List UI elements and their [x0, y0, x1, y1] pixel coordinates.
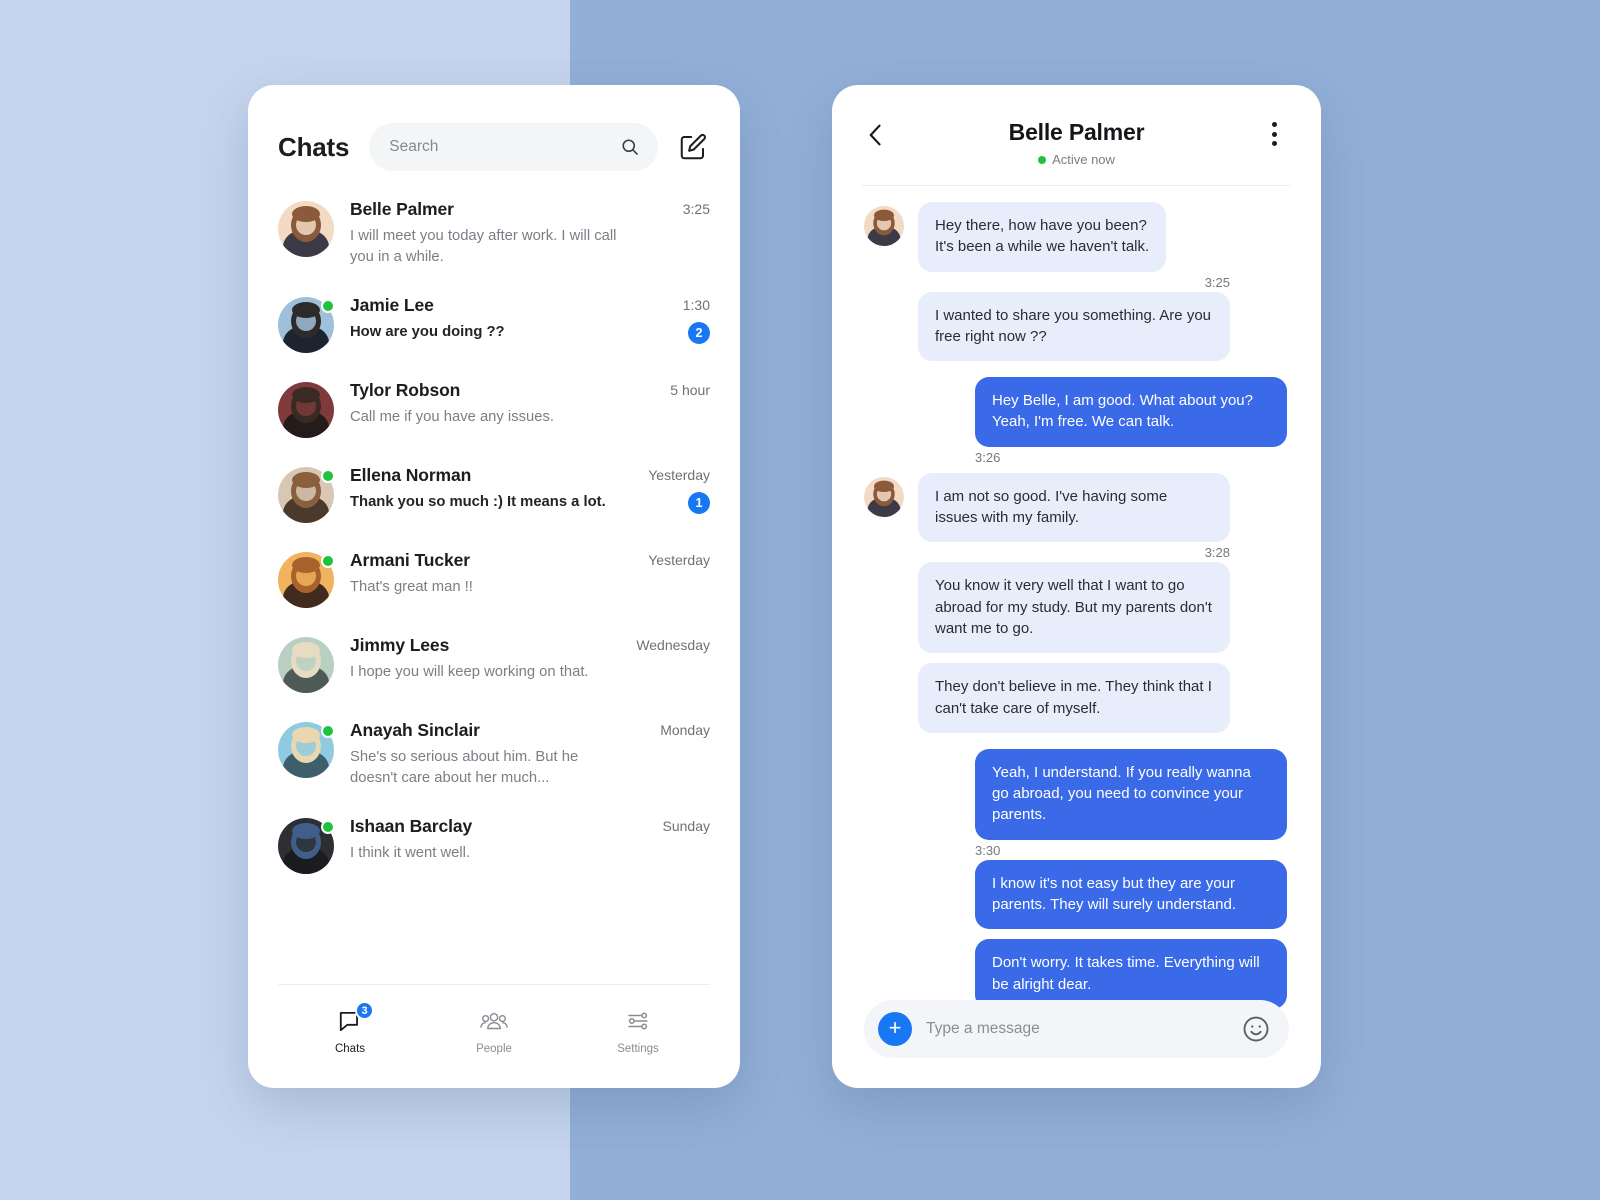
- online-dot-icon: [321, 553, 335, 568]
- avatar: [278, 551, 335, 608]
- chat-list-item[interactable]: Jimmy Lees I hope you will keep working o…: [278, 621, 710, 706]
- avatar: [278, 296, 335, 353]
- chat-item-preview: How are you doing ??: [350, 323, 505, 340]
- chat-item-preview: I hope you will keep working on that.: [350, 663, 589, 680]
- chat-item-time: 3:25: [682, 201, 710, 217]
- chat-item-name: Armani Tucker: [350, 549, 470, 570]
- message-timestamp: 3:28: [1204, 545, 1230, 561]
- chat-list-item[interactable]: Ishaan Barclay I think it went well. Sunda…: [278, 802, 710, 887]
- online-dot-icon: [321, 723, 335, 738]
- unread-badge: 1: [688, 491, 710, 514]
- message-bubble[interactable]: Hey Belle, I am good. What about you? Ye…: [975, 377, 1287, 447]
- avatar: [278, 817, 335, 874]
- message-timestamp: 3:25: [1204, 274, 1230, 290]
- tab-people[interactable]: People: [422, 1007, 566, 1055]
- chat-item-time: 1:30: [682, 296, 710, 313]
- tab-label: Settings: [617, 1043, 659, 1055]
- tab-label: Chats: [334, 1043, 366, 1055]
- message-bubble[interactable]: Don't worry. It takes time. Everything w…: [975, 939, 1287, 1009]
- sliders-icon: [625, 1007, 651, 1035]
- chat-list-item[interactable]: Belle Palmer I will meet you today after …: [278, 185, 710, 281]
- tab-badge: 3: [355, 1001, 374, 1020]
- message-timestamp: 3:26: [975, 449, 1001, 465]
- chat-list-header: Chats: [248, 85, 740, 171]
- chat-list-item[interactable]: Ellena Norman Thank you so much :) It mea…: [278, 451, 710, 536]
- page-title: Chats: [278, 131, 350, 162]
- search-icon: [620, 137, 640, 157]
- chat-item-preview: She's so serious about him. But he doesn…: [350, 748, 579, 786]
- chat-item-name: Anayah Sinclair: [350, 719, 480, 740]
- chat-item-name: Ishaan Barclay: [350, 815, 473, 836]
- chat-item-name: Jamie Lee: [350, 294, 434, 315]
- chat-list-item[interactable]: Anayah Sinclair She's so serious about hi…: [278, 706, 710, 802]
- avatar: [278, 721, 335, 778]
- chat-item-preview: Thank you so much :) It means a lot.: [350, 493, 606, 510]
- unread-badge: 2: [688, 321, 710, 344]
- message-bubble[interactable]: You know it very well that I want to go …: [918, 562, 1230, 654]
- chat-item-time: Monday: [660, 721, 710, 738]
- chat-item-preview: That's great man !!: [350, 578, 473, 595]
- message-input[interactable]: [926, 1020, 1227, 1038]
- conversation-header: Belle Palmer Active now: [832, 85, 1321, 167]
- chat-item-preview: I think it went well.: [350, 844, 471, 861]
- message-bubble[interactable]: I wanted to share you something. Are you…: [918, 291, 1230, 362]
- chat-item-time: Sunday: [662, 817, 710, 834]
- status-badge: Active now: [864, 152, 1289, 167]
- chat-bubble-icon: 3: [337, 1001, 374, 1035]
- message-bubble[interactable]: I am not so good. I've having some issue…: [918, 472, 1230, 543]
- online-dot-icon: [321, 819, 335, 834]
- chat-list-item[interactable]: Armani Tucker That's great man !! Yesterda…: [278, 536, 710, 621]
- message-group-out: Hey Belle, I am good. What about you? Ye…: [864, 377, 1287, 467]
- message-group-out: Yeah, I understand. If you really wanna …: [864, 748, 1287, 1019]
- tab-label: People: [476, 1043, 512, 1055]
- chat-item-name: Jimmy Lees: [350, 634, 450, 655]
- chat-item-time: 5 hour: [670, 381, 710, 398]
- avatar: [278, 636, 334, 693]
- more-vertical-icon[interactable]: [1261, 119, 1287, 149]
- tab-chats[interactable]: 3 Chats: [278, 1001, 422, 1055]
- chat-item-preview: I will meet you today after work. I will…: [350, 227, 617, 265]
- plus-icon[interactable]: +: [878, 1012, 912, 1046]
- conversation-screen: Belle Palmer Active now Hey there, how h…: [832, 85, 1321, 1088]
- bottom-tab-bar: 3 Chats People Settings: [278, 984, 710, 1088]
- tab-settings[interactable]: Settings: [566, 1007, 710, 1055]
- chat-item-time: Yesterday: [648, 551, 710, 568]
- chat-item-time: Wednesday: [636, 636, 710, 653]
- smiley-icon[interactable]: [1241, 1014, 1271, 1044]
- message-bubble[interactable]: Yeah, I understand. If you really wanna …: [975, 748, 1287, 840]
- avatar: [278, 381, 334, 438]
- chat-item-name: Belle Palmer: [350, 199, 454, 219]
- status-label: Active now: [1052, 152, 1115, 167]
- message-group-in: I am not so good. I've having some issue…: [864, 472, 1287, 743]
- chevron-left-icon[interactable]: [862, 121, 890, 149]
- message-bubble[interactable]: Hey there, how have you been? It's been …: [918, 202, 1167, 272]
- chat-list-item[interactable]: Tylor Robson Call me if you have any issu…: [278, 366, 710, 451]
- chat-item-time: Yesterday: [648, 466, 710, 483]
- search-input[interactable]: [389, 138, 612, 156]
- avatar: [278, 466, 335, 523]
- message-bubble[interactable]: I know it's not easy but they are your p…: [975, 859, 1287, 930]
- message-composer[interactable]: +: [864, 1000, 1289, 1058]
- online-dot-icon: [321, 298, 335, 313]
- message-avatar: [864, 206, 904, 246]
- online-dot-icon: [1038, 155, 1047, 164]
- chat-list: Belle Palmer I will meet you today after …: [248, 171, 740, 887]
- chat-item-name: Tylor Robson: [350, 379, 461, 400]
- message-bubble[interactable]: They don't believe in me. They think tha…: [918, 663, 1230, 733]
- conversation-title: Belle Palmer: [1008, 119, 1145, 145]
- chat-list-screen: Chats Belle Palmer I will meet you today …: [248, 85, 740, 1088]
- avatar: [278, 201, 334, 257]
- people-group-icon: [480, 1007, 508, 1035]
- chat-item-preview: Call me if you have any issues.: [350, 408, 554, 425]
- chat-list-item[interactable]: Jamie Lee How are you doing ?? 1:30 2: [278, 281, 710, 366]
- compose-pencil-icon[interactable]: [676, 130, 710, 164]
- message-timestamp: 3:30: [975, 842, 1001, 858]
- message-avatar: [864, 476, 904, 517]
- message-list: Hey there, how have you been? It's been …: [832, 186, 1321, 1019]
- message-group-in: Hey there, how have you been? It's been …: [864, 202, 1287, 371]
- chat-item-name: Ellena Norman: [350, 464, 472, 485]
- online-dot-icon: [321, 468, 335, 483]
- search-field[interactable]: [369, 123, 658, 171]
